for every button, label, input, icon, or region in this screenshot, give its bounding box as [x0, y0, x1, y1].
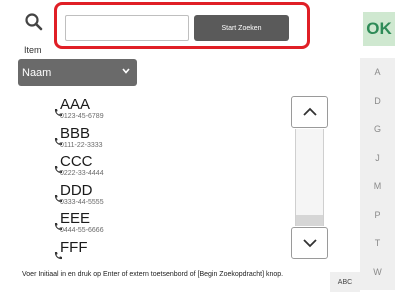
- list-item[interactable]: AAA 0123-45-6789: [40, 96, 285, 122]
- search-area: Start Zoeken: [54, 2, 310, 49]
- contact-name: BBB: [60, 124, 91, 142]
- alphabet-index-letter[interactable]: W: [360, 267, 395, 277]
- contact-number: 0111-22-3333: [60, 141, 103, 149]
- list-item[interactable]: FFF: [40, 239, 285, 265]
- search-icon[interactable]: [22, 10, 48, 36]
- contact-number: 0123-45-6789: [60, 113, 104, 120]
- alphabet-index-letter[interactable]: A: [360, 67, 395, 77]
- list-item[interactable]: EEE 0444-55-6666: [40, 210, 285, 236]
- contact-name: AAA: [60, 96, 91, 113]
- alphabet-index-letter[interactable]: T: [360, 238, 395, 248]
- alphabet-index-letter[interactable]: M: [360, 181, 395, 191]
- contact-name: DDD: [60, 181, 93, 199]
- alphabet-index-letter[interactable]: P: [360, 210, 395, 220]
- alphabet-index: A D G J M P T W: [360, 58, 395, 290]
- scroll-track[interactable]: [295, 129, 324, 226]
- ok-button[interactable]: OK: [363, 12, 395, 46]
- contact-number: 0444-55-6666: [60, 227, 104, 234]
- search-input[interactable]: [65, 15, 189, 41]
- chevron-down-icon: [302, 239, 317, 248]
- contact-list: AAA 0123-45-6789 BBB 0111-22-3333 CCC 0222-33…: [40, 96, 285, 266]
- contact-name: EEE: [60, 210, 91, 227]
- list-item[interactable]: CCC 0222-33-4444: [40, 153, 285, 179]
- sort-dropdown[interactable]: Naam: [18, 59, 137, 86]
- chevron-down-icon: [121, 66, 131, 79]
- contact-number: 0333-44-5555: [60, 198, 104, 206]
- sort-dropdown-value: Naam: [22, 66, 52, 79]
- top-bar: Item Start Zoeken OK: [0, 0, 395, 62]
- abc-button[interactable]: ABC: [330, 272, 360, 292]
- contact-name: FFF: [60, 238, 88, 256]
- alphabet-index-letter[interactable]: G: [360, 124, 395, 134]
- scroll-down-button[interactable]: [291, 227, 328, 259]
- item-label: Item: [24, 45, 42, 55]
- contact-name: CCC: [60, 153, 93, 170]
- scroll-thumb[interactable]: [296, 215, 323, 226]
- alphabet-index-letter[interactable]: D: [360, 96, 395, 106]
- list-item[interactable]: DDD 0333-44-5555: [40, 182, 285, 208]
- scrollbar[interactable]: [291, 96, 328, 262]
- scroll-up-button[interactable]: [291, 96, 328, 128]
- list-item[interactable]: BBB 0111-22-3333: [40, 125, 285, 151]
- instruction-text: Voer Initiaal in en druk op Enter of ext…: [22, 271, 284, 278]
- chevron-up-icon: [302, 107, 317, 116]
- alphabet-index-letter[interactable]: J: [360, 153, 395, 163]
- start-search-button[interactable]: Start Zoeken: [194, 15, 289, 41]
- contact-number: 0222-33-4444: [60, 170, 104, 177]
